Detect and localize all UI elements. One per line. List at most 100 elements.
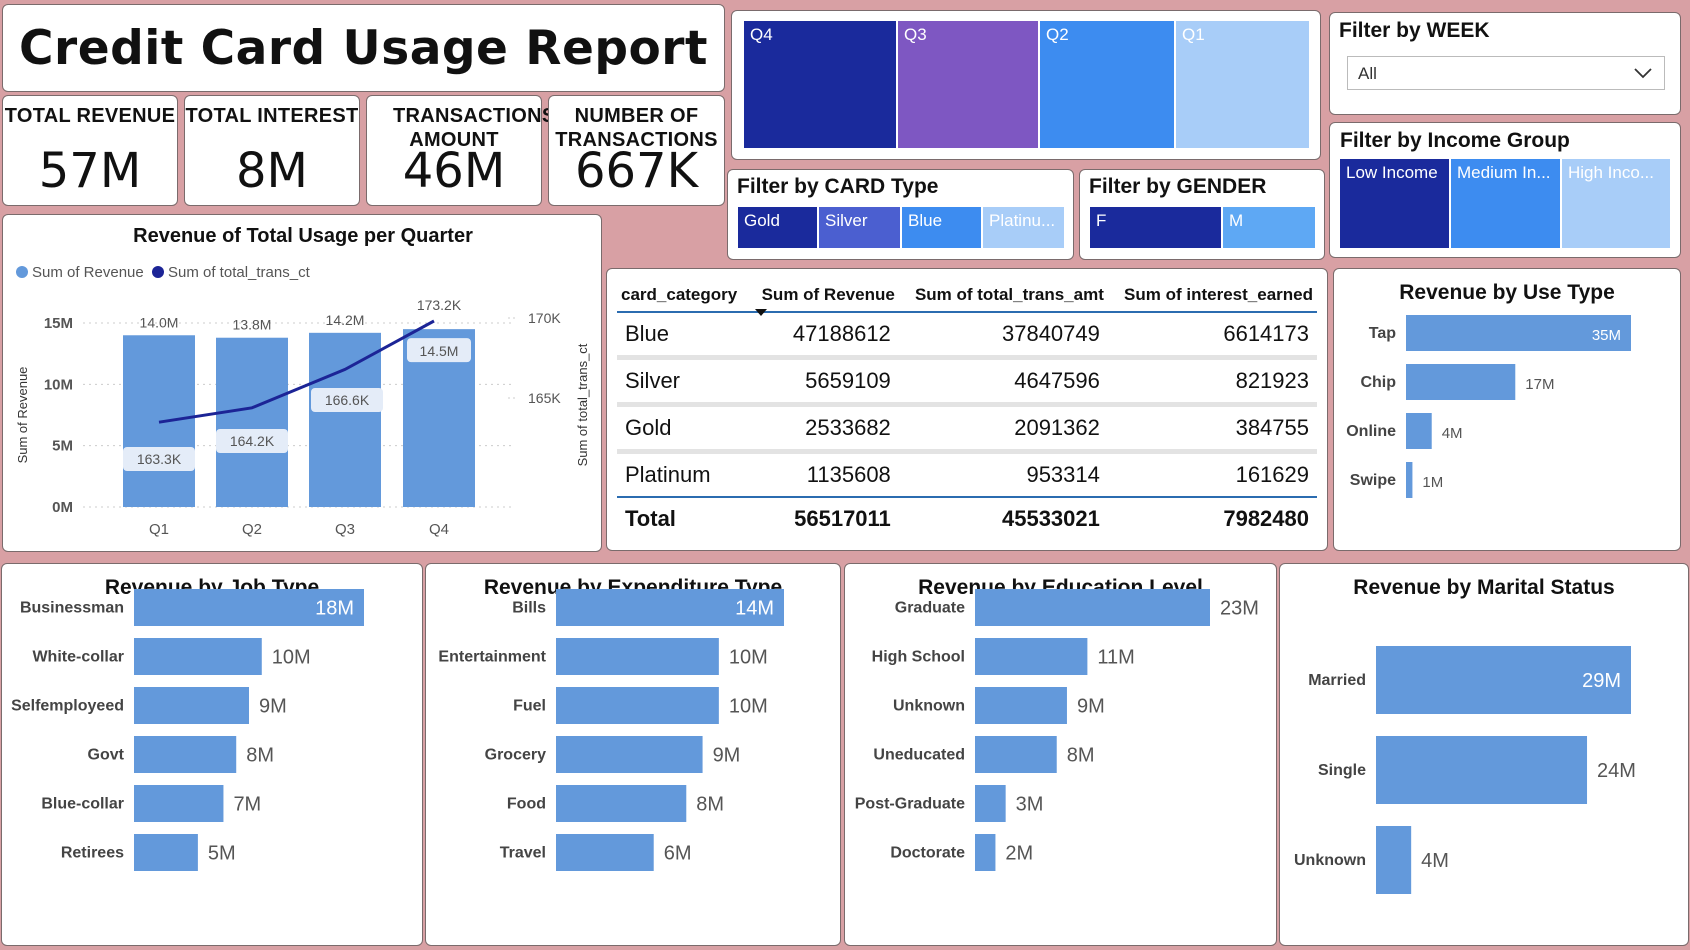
card-option-gold[interactable]: Gold [738, 207, 817, 248]
week-dropdown-value: All [1358, 64, 1377, 83]
data-label: 8M [1067, 745, 1095, 767]
quarter-option-q2[interactable]: Q2 [1040, 21, 1174, 148]
category-label: Single [1318, 762, 1366, 779]
revenue-job-type-chart: Revenue by Job TypeBusinessman 18MWhite-c… [11, 576, 364, 871]
revenue-marital-chart: Revenue by Marital Status Married 29M Singl… [1294, 576, 1636, 894]
income-option-high[interactable]: High Inco... [1562, 159, 1670, 248]
expenditure-chart-panel: Revenue by Expenditure Type Bills 14M Enter… [425, 563, 841, 946]
data-label: 1M [1422, 474, 1443, 491]
data-label: 8M [246, 745, 274, 767]
data-label: 29M [1582, 670, 1621, 692]
legend-marker [152, 266, 164, 278]
quarter-chart-panel: Revenue of Total Usage per Quarter Sum of… [2, 214, 602, 552]
y-tick-label: 0M [52, 499, 73, 516]
category-label: Unknown [1294, 852, 1366, 869]
income-filter-title: Filter by Income Group [1340, 129, 1570, 152]
column-header[interactable]: Sum of total_trans_amt [898, 279, 1108, 313]
category-label: Married [1308, 672, 1366, 689]
card-category-table: card_category Sum of Revenue Sum of tota… [617, 279, 1317, 540]
table-header-row: card_category Sum of Revenue Sum of tota… [617, 279, 1317, 313]
category-label: White-collar [32, 649, 124, 666]
bar [134, 785, 224, 822]
y2-tick-label: 165K [528, 390, 561, 406]
quarter-option-q1[interactable]: Q1 [1176, 21, 1309, 148]
column-header[interactable]: Sum of interest_earned [1107, 279, 1317, 313]
data-label: 9M [713, 745, 741, 767]
series-line [158, 319, 435, 424]
card-option-silver[interactable]: Silver [819, 207, 900, 248]
line-data-label: 166.6K [325, 392, 370, 408]
kpi-total-interest: TOTAL INTEREST 8M [184, 95, 360, 206]
kpi-number-of-transactions: NUMBER OF TRANSACTIONS 667K [548, 95, 725, 206]
data-label: 6M [664, 843, 692, 865]
bar-data-label: 13.8M [233, 317, 272, 333]
category-label: Graduate [895, 600, 965, 617]
x-tick-label: Q3 [335, 521, 355, 538]
legend-label: Sum of total_trans_ct [168, 264, 311, 281]
kpi-label: TOTAL REVENUE [4, 105, 176, 127]
category-label: Online [1346, 423, 1396, 440]
data-label: 7M [233, 794, 261, 816]
table-cell: 2533682 [748, 402, 899, 452]
kpi-value: 8M [236, 143, 308, 199]
column-header[interactable]: card_category [617, 279, 749, 313]
column-header[interactable]: Sum of Revenue [748, 279, 899, 313]
category-label: Doctorate [890, 845, 965, 862]
table-row: Silver 5659109 4647596 821923 [617, 355, 1317, 405]
table-cell: 56517011 [748, 496, 899, 540]
table-cell: 37840749 [1001, 321, 1100, 346]
y-tick-label: 10M [44, 376, 73, 393]
income-option-low[interactable]: Low Income [1340, 159, 1449, 248]
bar [1376, 736, 1588, 804]
kpi-value: 57M [38, 143, 142, 199]
data-label: 8M [696, 794, 724, 816]
data-label: 23M [1220, 598, 1259, 620]
week-dropdown[interactable]: All [1347, 56, 1665, 90]
quarter-slicer: Q4 Q3 Q2 Q1 [731, 10, 1321, 160]
marital-chart-panel: Revenue by Marital Status Married 29M Singl… [1279, 563, 1689, 946]
data-label: 18M [315, 598, 354, 620]
bar [134, 638, 262, 675]
revenue-quarter-chart: Revenue of Total Usage per Quarter Sum of… [15, 225, 590, 538]
category-label: Retirees [61, 845, 124, 862]
bar-data-label: 14.0M [140, 314, 179, 330]
table-cell: 161629 [1107, 449, 1317, 497]
income-filter-panel: Filter by Income Group Low Income Medium… [1329, 122, 1681, 258]
x-tick-label: Q1 [149, 521, 169, 538]
line-data-label: 173.2K [417, 297, 462, 313]
revenue-use-type-chart: Revenue by Use Type Tap 35M Chip 17M Online 4M… [1346, 281, 1631, 498]
quarter-option-q3[interactable]: Q3 [898, 21, 1038, 148]
x-tick-label: Q2 [242, 521, 262, 538]
category-label: Tap [1369, 325, 1396, 342]
gender-option-m[interactable]: M [1223, 207, 1315, 248]
table-cell: 2091362 [898, 402, 1108, 452]
table-cell: 45533021 [898, 496, 1108, 540]
data-label: 4M [1421, 850, 1449, 872]
revenue-education-chart: Revenue by Education LevelGraduate 23MHig… [855, 576, 1259, 871]
table-cell: Gold [617, 402, 749, 452]
title-panel: Credit Card Usage Report [2, 4, 725, 92]
gender-option-f[interactable]: F [1090, 207, 1221, 248]
sort-descending-icon[interactable] [755, 309, 767, 317]
table-cell: Silver [617, 355, 749, 405]
kpi-value: 667K [574, 143, 699, 199]
bar [975, 589, 1210, 626]
bar [309, 332, 381, 507]
card-option-platinum[interactable]: Platinu... [983, 207, 1064, 248]
chart-title: Revenue by Use Type [1399, 281, 1615, 304]
income-option-medium[interactable]: Medium In... [1451, 159, 1560, 248]
data-label: 24M [1597, 760, 1636, 782]
bar [975, 638, 1088, 675]
table-cell: 7982480 [1107, 496, 1317, 540]
bar [216, 337, 288, 507]
table-cell: 6614173 [1223, 321, 1309, 346]
category-label: Post-Graduate [855, 796, 965, 813]
card-option-blue[interactable]: Blue [902, 207, 981, 248]
bar [975, 785, 1006, 822]
bar [1406, 413, 1432, 449]
kpi-value: 46M [402, 143, 506, 199]
bar [134, 834, 198, 871]
table-cell: Platinum [617, 449, 749, 497]
revenue-expenditure-chart: Revenue by Expenditure TypeBills 14MEnter… [438, 576, 784, 871]
quarter-option-q4[interactable]: Q4 [744, 21, 896, 148]
